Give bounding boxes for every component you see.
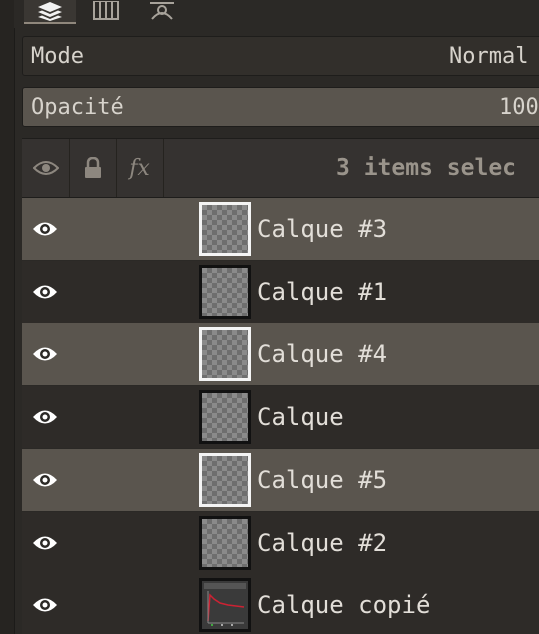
layer-name[interactable]: Calque #3 — [257, 198, 387, 260]
layer-thumbnail[interactable] — [199, 390, 251, 444]
tab-paths[interactable] — [136, 0, 188, 22]
layer-name[interactable]: Calque #5 — [257, 449, 387, 511]
layer-thumbnail[interactable] — [199, 202, 251, 256]
layers-list-header: fx 3 items selec — [22, 138, 539, 198]
eye-icon[interactable] — [32, 532, 58, 554]
layer-name[interactable]: Calque #2 — [257, 512, 387, 574]
blend-mode-value: Normal — [449, 43, 529, 69]
eye-icon[interactable] — [32, 343, 58, 365]
layer-thumbnail[interactable] — [199, 578, 251, 632]
layer-row[interactable]: Calque copié — [22, 574, 539, 634]
selection-count: 3 items selec — [336, 155, 517, 181]
channels-icon — [93, 1, 119, 20]
layer-row[interactable]: Calque #2 — [22, 512, 539, 574]
eye-icon[interactable] — [32, 469, 58, 491]
layer-row[interactable]: Calque — [22, 386, 539, 448]
layer-row[interactable]: Calque #3 — [22, 198, 539, 260]
layers-panel: Mode Normal Opacité 100 fx 3 items selec… — [0, 0, 539, 634]
layer-row[interactable]: Calque #1 — [22, 261, 539, 323]
eye-icon[interactable] — [32, 594, 58, 616]
layer-name[interactable]: Calque #1 — [257, 261, 387, 323]
layer-thumbnail[interactable] — [199, 516, 251, 570]
lock-column-header[interactable] — [69, 139, 117, 197]
layer-row[interactable]: Calque #4 — [22, 323, 539, 385]
opacity-label: Opacité — [31, 94, 124, 120]
blend-mode-select[interactable]: Mode Normal — [22, 36, 539, 76]
layer-name[interactable]: Calque copié — [257, 574, 430, 634]
layer-name[interactable]: Calque — [257, 386, 344, 448]
tab-layers[interactable] — [24, 0, 76, 24]
paths-icon — [150, 2, 174, 20]
layer-name[interactable]: Calque #4 — [257, 323, 387, 385]
layer-thumbnail[interactable] — [199, 453, 251, 507]
effects-column-header[interactable]: fx — [116, 139, 164, 197]
tab-channels[interactable] — [80, 0, 132, 22]
panel-tab-bar — [14, 0, 539, 28]
layers-icon — [38, 2, 62, 21]
eye-icon — [32, 161, 59, 175]
visibility-column-header[interactable] — [22, 139, 70, 197]
layer-thumbnail[interactable] — [199, 265, 251, 319]
opacity-value: 100 — [499, 94, 539, 120]
panel-left-edge — [0, 0, 15, 634]
blend-mode-label: Mode — [31, 43, 84, 69]
opacity-slider[interactable]: Opacité 100 — [22, 87, 539, 127]
layer-row[interactable]: Calque #5 — [22, 449, 539, 511]
layer-thumbnail[interactable] — [199, 327, 251, 381]
lock-icon — [84, 157, 101, 178]
eye-icon[interactable] — [32, 218, 58, 240]
eye-icon[interactable] — [32, 281, 58, 303]
eye-icon[interactable] — [32, 406, 58, 428]
